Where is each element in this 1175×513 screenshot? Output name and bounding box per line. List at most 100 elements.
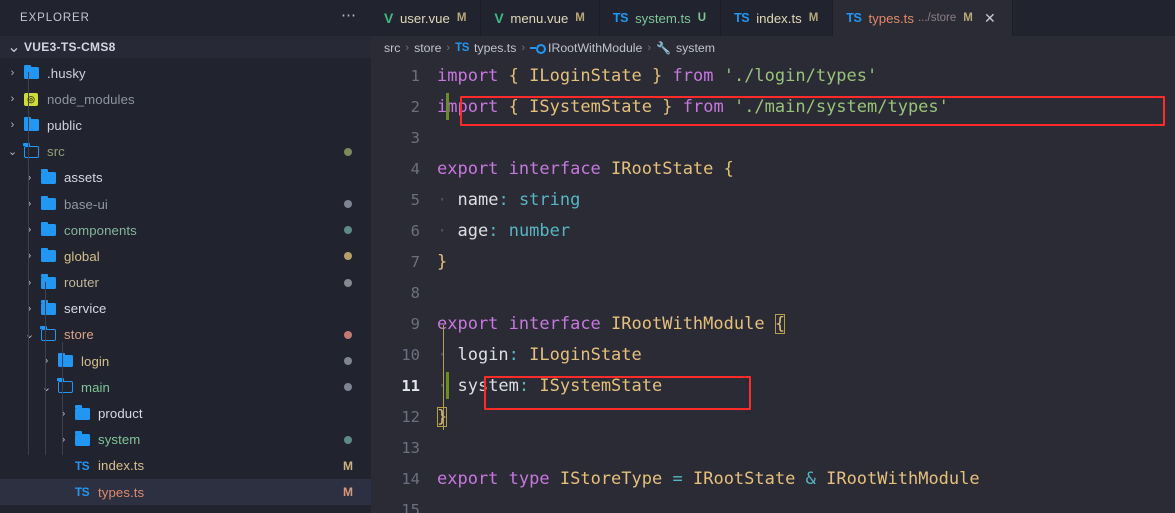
typescript-file-icon: TS	[74, 485, 90, 500]
code-line-12[interactable]: 12}	[371, 401, 1175, 432]
breadcrumb-item-system[interactable]: 🔧 system	[656, 41, 715, 55]
tree-item-label: service	[64, 301, 107, 317]
line-number: 10	[401, 345, 420, 364]
root-folder-label: VUE3-TS-CMS8	[24, 40, 116, 54]
folder-open-icon	[38, 325, 58, 341]
code-text: · login: ILoginState	[437, 344, 642, 365]
tree-item-base-ui[interactable]: › base-ui	[0, 191, 371, 217]
tree-item-assets[interactable]: › assets	[0, 165, 371, 191]
ellipsis-icon[interactable]: ⋯	[341, 8, 357, 25]
chevron-right-icon[interactable]: ›	[55, 408, 72, 420]
tree-item-label: product	[98, 406, 143, 422]
chevron-right-icon[interactable]: ›	[21, 303, 38, 315]
tree-item-login[interactable]: › login	[0, 348, 371, 374]
tab-label: menu.vue	[510, 10, 569, 26]
tree-item-service[interactable]: › service	[0, 296, 371, 322]
chevron-right-icon[interactable]: ›	[21, 250, 38, 262]
tab-index-ts[interactable]: TS index.ts M	[721, 0, 834, 36]
chevron-right-icon[interactable]: ›	[21, 172, 38, 184]
code-line-15[interactable]: 15	[371, 494, 1175, 513]
tree-item-system[interactable]: › system	[0, 427, 371, 453]
editor-area: Vuser.vue M Vmenu.vue M TS system.ts U TS index.…	[371, 0, 1175, 513]
line-number: 11	[401, 376, 420, 395]
breadcrumb-item-store[interactable]: store	[414, 41, 441, 55]
file-tree: › .husky › ◎ node_modules › public ⌄ src › assets ›…	[0, 58, 371, 513]
chevron-down-icon[interactable]: ⌄	[38, 381, 55, 394]
tree-item-src[interactable]: ⌄ src	[0, 139, 371, 165]
tree-item-label: login	[81, 353, 110, 369]
tree-item-label: .husky	[47, 65, 86, 81]
code-line-11[interactable]: 11 · system: ISystemState	[371, 370, 1175, 401]
code-line-3[interactable]: 3	[371, 122, 1175, 153]
code-line-14[interactable]: 14 export type IStoreType = IRootState & …	[371, 463, 1175, 494]
tree-item--husky[interactable]: › .husky	[0, 60, 371, 86]
chevron-right-icon[interactable]: ›	[4, 119, 21, 131]
tree-item-product[interactable]: › product	[0, 400, 371, 426]
chevron-down-icon: ⌄	[7, 39, 21, 56]
status-dot	[344, 278, 352, 287]
tree-item-main[interactable]: ⌄ main	[0, 374, 371, 400]
tree-item-public[interactable]: › public	[0, 112, 371, 138]
line-number: 3	[410, 128, 420, 147]
breadcrumb-label: src	[384, 41, 401, 55]
breadcrumb-item-irootwithmodule[interactable]: IRootWithModule	[530, 41, 642, 55]
tree-item-node-modules[interactable]: › ◎ node_modules	[0, 86, 371, 112]
tab-menu-vue[interactable]: Vmenu.vue M	[481, 0, 600, 36]
explorer-sidebar: EXPLORER ⋯ ⌄ VUE3-TS-CMS8 › .husky › ◎ node_…	[0, 0, 371, 513]
chevron-right-icon[interactable]: ›	[38, 355, 55, 367]
code-line-6[interactable]: 6 · age: number	[371, 215, 1175, 246]
breadcrumb-item-types-ts[interactable]: TS types.ts	[455, 41, 516, 55]
tree-item-label: system	[98, 432, 141, 448]
git-status-badge: M	[343, 458, 353, 473]
line-number: 8	[410, 283, 420, 302]
chevron-down-icon[interactable]: ⌄	[21, 328, 38, 341]
code-line-13[interactable]: 13	[371, 432, 1175, 463]
code-line-1[interactable]: 1 import { ILoginState } from './login/ty…	[371, 60, 1175, 91]
code-editor[interactable]: 1 import { ILoginState } from './login/ty…	[371, 60, 1175, 513]
tree-item-store[interactable]: ⌄ store	[0, 322, 371, 348]
tab-git-state: U	[697, 12, 707, 24]
line-number: 6	[410, 221, 420, 240]
code-text: · system: ISystemState	[437, 375, 663, 396]
tab-label: index.ts	[756, 10, 802, 26]
tab-system-ts[interactable]: TS system.ts U	[599, 0, 722, 36]
code-line-10[interactable]: 10 · login: ILoginState	[371, 339, 1175, 370]
folder-open-icon	[55, 378, 75, 394]
tree-item-label: assets	[64, 170, 103, 186]
tab-git-state: M	[963, 12, 973, 24]
breadcrumb-label: types.ts	[474, 41, 517, 55]
chevron-down-icon[interactable]: ⌄	[4, 145, 21, 158]
code-line-4[interactable]: 4 export interface IRootState {	[371, 153, 1175, 184]
tree-item-router[interactable]: › router	[0, 270, 371, 296]
root-folder-row[interactable]: ⌄ VUE3-TS-CMS8	[0, 36, 371, 58]
chevron-right-icon[interactable]: ›	[4, 93, 21, 105]
code-text: export type IStoreType = IRootState & IR…	[437, 468, 980, 489]
tree-item-components[interactable]: › components	[0, 217, 371, 243]
folder-icon	[38, 195, 58, 211]
code-line-5[interactable]: 5 · name: string	[371, 184, 1175, 215]
chevron-right-icon[interactable]: ›	[55, 434, 72, 446]
chevron-right-icon[interactable]: ›	[21, 198, 38, 210]
breadcrumb-separator: ›	[521, 42, 526, 54]
tab-label: user.vue	[399, 10, 450, 26]
folder-icon	[72, 405, 92, 420]
line-number: 9	[410, 314, 420, 333]
code-line-9[interactable]: 9 export interface IRootWithModule {	[371, 308, 1175, 339]
tab-user-vue[interactable]: Vuser.vue M	[371, 0, 482, 36]
git-modified-marker	[446, 93, 449, 120]
tree-item-index-ts[interactable]: TS index.ts M	[0, 453, 371, 479]
code-text: export interface IRootState {	[437, 158, 734, 179]
tree-item-types-ts[interactable]: TS types.ts M	[0, 479, 371, 506]
chevron-right-icon[interactable]: ›	[4, 67, 21, 79]
code-line-7[interactable]: 7}	[371, 246, 1175, 277]
chevron-right-icon[interactable]: ›	[21, 224, 38, 236]
chevron-right-icon[interactable]: ›	[21, 277, 38, 289]
code-line-8[interactable]: 8	[371, 277, 1175, 308]
status-dot	[344, 330, 352, 339]
close-icon[interactable]: ✕	[982, 10, 998, 27]
code-line-2[interactable]: 2 import { ISystemState } from './main/sy…	[371, 91, 1175, 122]
tab-types-ts[interactable]: TS types.ts .../store M ✕	[833, 0, 1013, 36]
line-number: 5	[410, 190, 420, 209]
breadcrumb-item-src[interactable]: src	[384, 41, 400, 55]
tree-item-global[interactable]: › global	[0, 243, 371, 269]
